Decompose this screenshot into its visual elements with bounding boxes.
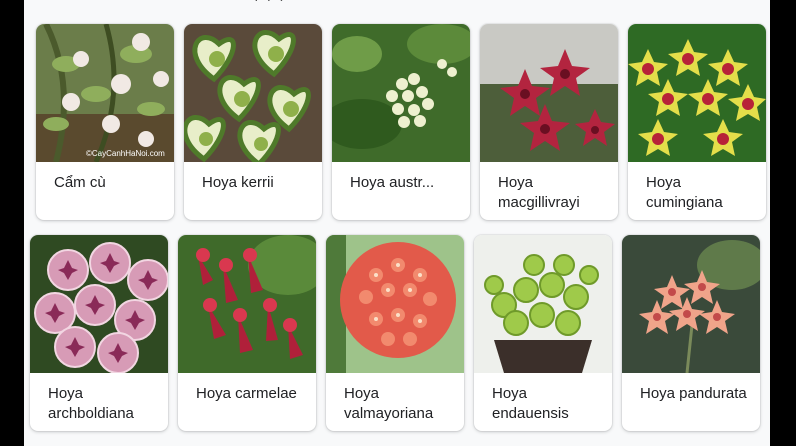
card-image — [184, 24, 322, 162]
card-hoya-australis[interactable]: Hoya austr... — [332, 24, 470, 220]
results-panel: · · · ©CayCanhHaNoi.com — [24, 0, 770, 446]
card-hoya-macgillivrayi[interactable]: Hoya macgillivrayi — [480, 24, 618, 220]
card-image — [628, 24, 766, 162]
card-label: Cẩm cù — [54, 174, 106, 191]
card-image — [480, 24, 618, 162]
card-label: Hoya austr... — [350, 174, 435, 191]
card-hoya-kerrii[interactable]: Hoya kerrii — [184, 24, 322, 220]
card-hoya-archboldiana[interactable]: Hoya archboldiana — [30, 235, 168, 431]
card-image — [474, 235, 612, 373]
card-label: Hoya pandurata — [640, 385, 747, 402]
card-label: Hoya endauensis — [492, 385, 569, 422]
card-label: Hoya kerrii — [202, 174, 274, 191]
card-hoya-valmayoriana[interactable]: Hoya valmayoriana — [326, 235, 464, 431]
card-hoya-pandurata[interactable]: Hoya pandurata — [622, 235, 760, 431]
card-image — [326, 235, 464, 373]
card-label: Hoya cumingiana — [646, 174, 723, 211]
card-label: Hoya macgillivrayi — [498, 174, 580, 211]
card-image: ©CayCanhHaNoi.com — [36, 24, 174, 162]
card-hoya-carmelae[interactable]: Hoya carmelae — [178, 235, 316, 431]
card-image — [178, 235, 316, 373]
card-cam-cu[interactable]: ©CayCanhHaNoi.com Cẩm cù — [36, 24, 174, 220]
card-hoya-cumingiana[interactable]: Hoya cumingiana — [628, 24, 766, 220]
card-image — [622, 235, 760, 373]
card-image — [30, 235, 168, 373]
card-label: Hoya valmayoriana — [344, 385, 434, 422]
watermark-text: ©CayCanhHaNoi.com — [86, 149, 165, 158]
card-hoya-endauensis[interactable]: Hoya endauensis — [474, 235, 612, 431]
card-image — [332, 24, 470, 162]
cropped-header-text: · · · — [254, 0, 286, 7]
card-label: Hoya archboldiana — [48, 385, 134, 422]
card-label: Hoya carmelae — [196, 385, 297, 402]
